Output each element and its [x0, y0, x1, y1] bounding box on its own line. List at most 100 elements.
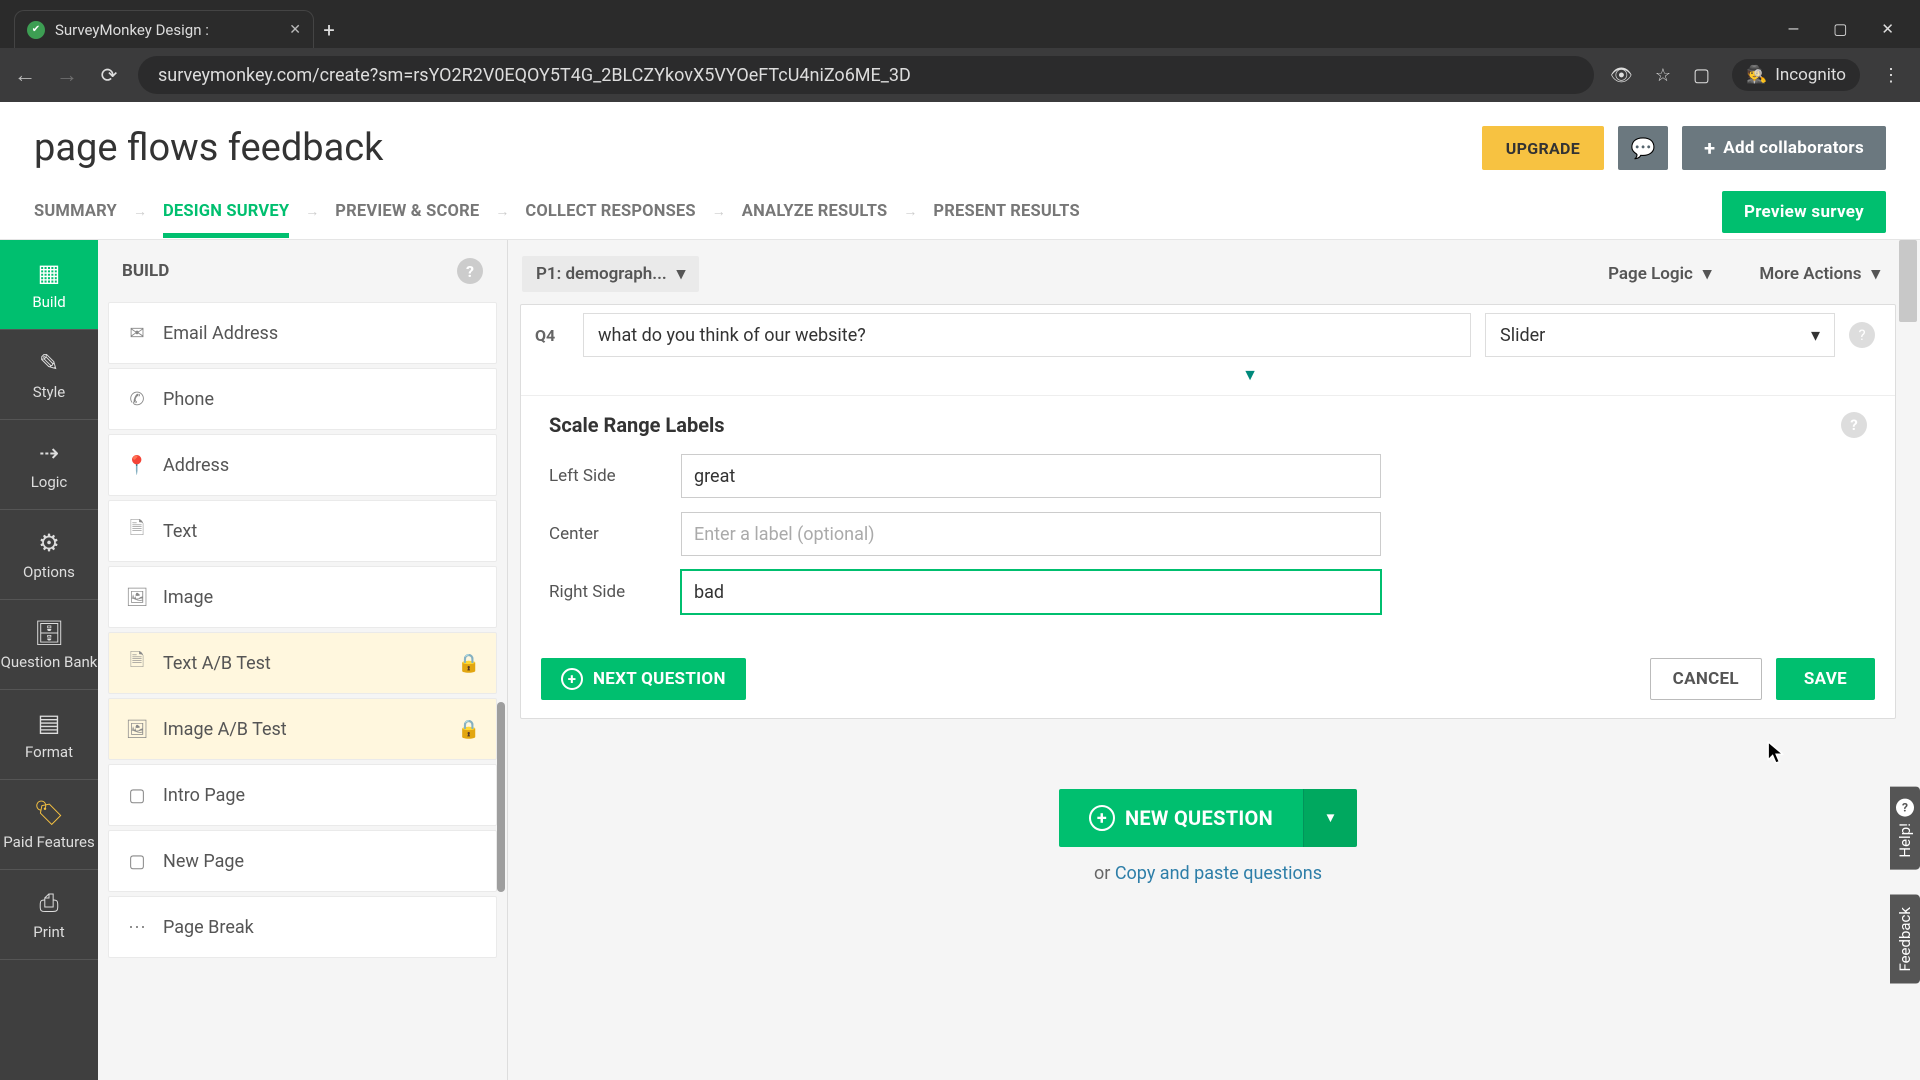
preview-survey-button[interactable]: Preview survey — [1722, 191, 1886, 233]
layout-icon: ▤ — [38, 709, 61, 737]
build-item-break[interactable]: ⋯Page Break — [108, 896, 497, 958]
dots-icon: ⋯ — [125, 915, 149, 939]
menu-icon[interactable]: ⋮ — [1882, 65, 1900, 86]
doc-icon: 🗎 — [125, 651, 149, 675]
more-actions-dropdown[interactable]: More Actions▾ — [1745, 256, 1894, 292]
plus-icon: + — [1704, 136, 1715, 160]
page-icon: ▢ — [125, 783, 149, 807]
mail-icon: ✉ — [125, 321, 149, 345]
chevron-down-icon[interactable]: ▼ — [1242, 365, 1258, 384]
pin-icon: 📍 — [125, 453, 149, 477]
build-item-phone[interactable]: ✆Phone — [108, 368, 497, 430]
help-icon[interactable]: ? — [457, 258, 483, 284]
nav-collect[interactable]: COLLECT RESPONSES — [525, 202, 695, 221]
build-item-image-ab[interactable]: 🖼Image A/B Test🔒 — [108, 698, 497, 760]
comment-button[interactable]: 💬 — [1618, 126, 1668, 170]
page-icon: ▢ — [125, 849, 149, 873]
upgrade-button[interactable]: UPGRADE — [1482, 126, 1604, 170]
close-window-icon[interactable]: ✕ — [1881, 20, 1894, 38]
save-button[interactable]: SAVE — [1776, 658, 1875, 700]
feedback-floater[interactable]: Feedback — [1890, 895, 1920, 984]
new-tab-button[interactable]: + — [314, 18, 344, 48]
scale-heading: Scale Range Labels — [549, 413, 725, 437]
build-item-address[interactable]: 📍Address — [108, 434, 497, 496]
question-number: Q4 — [535, 326, 569, 345]
left-side-input[interactable] — [681, 454, 1381, 498]
minimize-icon[interactable]: — — [1788, 20, 1800, 38]
rail-options[interactable]: ⚙Options — [0, 510, 98, 600]
rail-logic[interactable]: ⇢Logic — [0, 420, 98, 510]
question-editor: Q4 Slider ▾ ? ▼ Scale Range Labels ? — [520, 304, 1896, 719]
address-bar[interactable]: surveymonkey.com/create?sm=rsYO2R2V0EQOY… — [138, 56, 1594, 94]
phone-icon: ✆ — [125, 387, 149, 411]
question-type-select[interactable]: Slider ▾ — [1485, 313, 1835, 357]
build-item-text-ab[interactable]: 🗎Text A/B Test🔒 — [108, 632, 497, 694]
right-side-input[interactable] — [681, 570, 1381, 614]
image-icon: 🖼 — [125, 585, 149, 609]
brush-icon: ✎ — [39, 349, 59, 377]
build-item-image[interactable]: 🖼Image — [108, 566, 497, 628]
nav-summary[interactable]: SUMMARY — [34, 202, 117, 221]
branch-icon: ⇢ — [39, 439, 59, 467]
cancel-button[interactable]: CANCEL — [1650, 658, 1762, 700]
copy-paste-link[interactable]: Copy and paste questions — [1115, 863, 1322, 884]
rail-format[interactable]: ▤Format — [0, 690, 98, 780]
center-input[interactable] — [681, 512, 1381, 556]
cursor-icon — [1764, 740, 1790, 766]
nav-present[interactable]: PRESENT RESULTS — [933, 202, 1079, 221]
grid-icon: ▦ — [38, 259, 61, 287]
build-item-email[interactable]: ✉Email Address — [108, 302, 497, 364]
new-question-dropdown[interactable]: ▼ — [1303, 789, 1357, 847]
question-text-input[interactable] — [583, 313, 1471, 357]
bank-icon: 🗄 — [34, 619, 64, 647]
rail-style[interactable]: ✎Style — [0, 330, 98, 420]
nav-analyze[interactable]: ANALYZE RESULTS — [742, 202, 888, 221]
add-collaborators-button[interactable]: + Add collaborators — [1682, 126, 1886, 170]
reload-icon[interactable]: ⟳ — [96, 63, 122, 87]
tag-icon: 🏷 — [34, 799, 64, 827]
rail-question-bank[interactable]: 🗄Question Bank — [0, 600, 98, 690]
page-dropdown[interactable]: P1: demograph... ▾ — [522, 256, 699, 292]
chevron-down-icon: ▾ — [1811, 325, 1820, 346]
star-icon[interactable]: ☆ — [1655, 65, 1671, 86]
next-question-button[interactable]: + NEXT QUESTION — [541, 658, 746, 700]
build-item-intro[interactable]: ▢Intro Page — [108, 764, 497, 826]
favicon-icon: ✔ — [27, 21, 45, 39]
maximize-icon[interactable]: ▢ — [1833, 20, 1847, 38]
eye-off-icon[interactable]: 👁 — [1610, 65, 1633, 86]
nav-design[interactable]: DESIGN SURVEY — [163, 202, 289, 221]
browser-tab[interactable]: ✔ SurveyMonkey Design : ✕ — [14, 10, 314, 48]
panel-icon[interactable]: ▢ — [1693, 65, 1710, 86]
rail-paid-features[interactable]: 🏷Paid Features — [0, 780, 98, 870]
incognito-icon: 🕵 — [1746, 65, 1767, 85]
scrollbar-thumb[interactable] — [1899, 240, 1917, 322]
build-panel: BUILD ? ✉Email Address ✆Phone 📍Address 🗎… — [98, 240, 508, 1080]
browser-chrome: ✔ SurveyMonkey Design : ✕ + — ▢ ✕ ← → ⟳ … — [0, 0, 1920, 102]
new-question-button[interactable]: + NEW QUESTION — [1059, 789, 1303, 847]
help-icon[interactable]: ? — [1841, 412, 1867, 438]
nav-preview[interactable]: PREVIEW & SCORE — [335, 202, 479, 221]
chat-icon: 💬 — [1630, 136, 1655, 160]
back-icon[interactable]: ← — [12, 62, 38, 88]
plus-circle-icon: + — [561, 668, 583, 690]
help-icon[interactable]: ? — [1849, 322, 1875, 348]
or-text: or — [1094, 863, 1115, 884]
question-icon: ? — [1896, 799, 1914, 817]
center-label: Center — [549, 524, 669, 544]
incognito-badge[interactable]: 🕵 Incognito — [1732, 59, 1860, 91]
build-item-text[interactable]: 🗎Text — [108, 500, 497, 562]
image-icon: 🖼 — [125, 717, 149, 741]
right-label: Right Side — [549, 582, 669, 602]
build-item-newpage[interactable]: ▢New Page — [108, 830, 497, 892]
chevron-down-icon: ▾ — [677, 264, 686, 284]
page-logic-dropdown[interactable]: Page Logic▾ — [1594, 256, 1725, 292]
chevron-right-icon: → — [903, 203, 917, 220]
chevron-right-icon: → — [305, 203, 319, 220]
help-floater[interactable]: Help! ? — [1890, 787, 1920, 870]
chevron-right-icon: → — [133, 203, 147, 220]
chevron-down-icon: ▾ — [1871, 264, 1880, 284]
rail-build[interactable]: ▦Build — [0, 240, 98, 330]
scrollbar-thumb[interactable] — [497, 702, 505, 892]
close-icon[interactable]: ✕ — [289, 22, 301, 38]
rail-print[interactable]: ⎙Print — [0, 870, 98, 960]
